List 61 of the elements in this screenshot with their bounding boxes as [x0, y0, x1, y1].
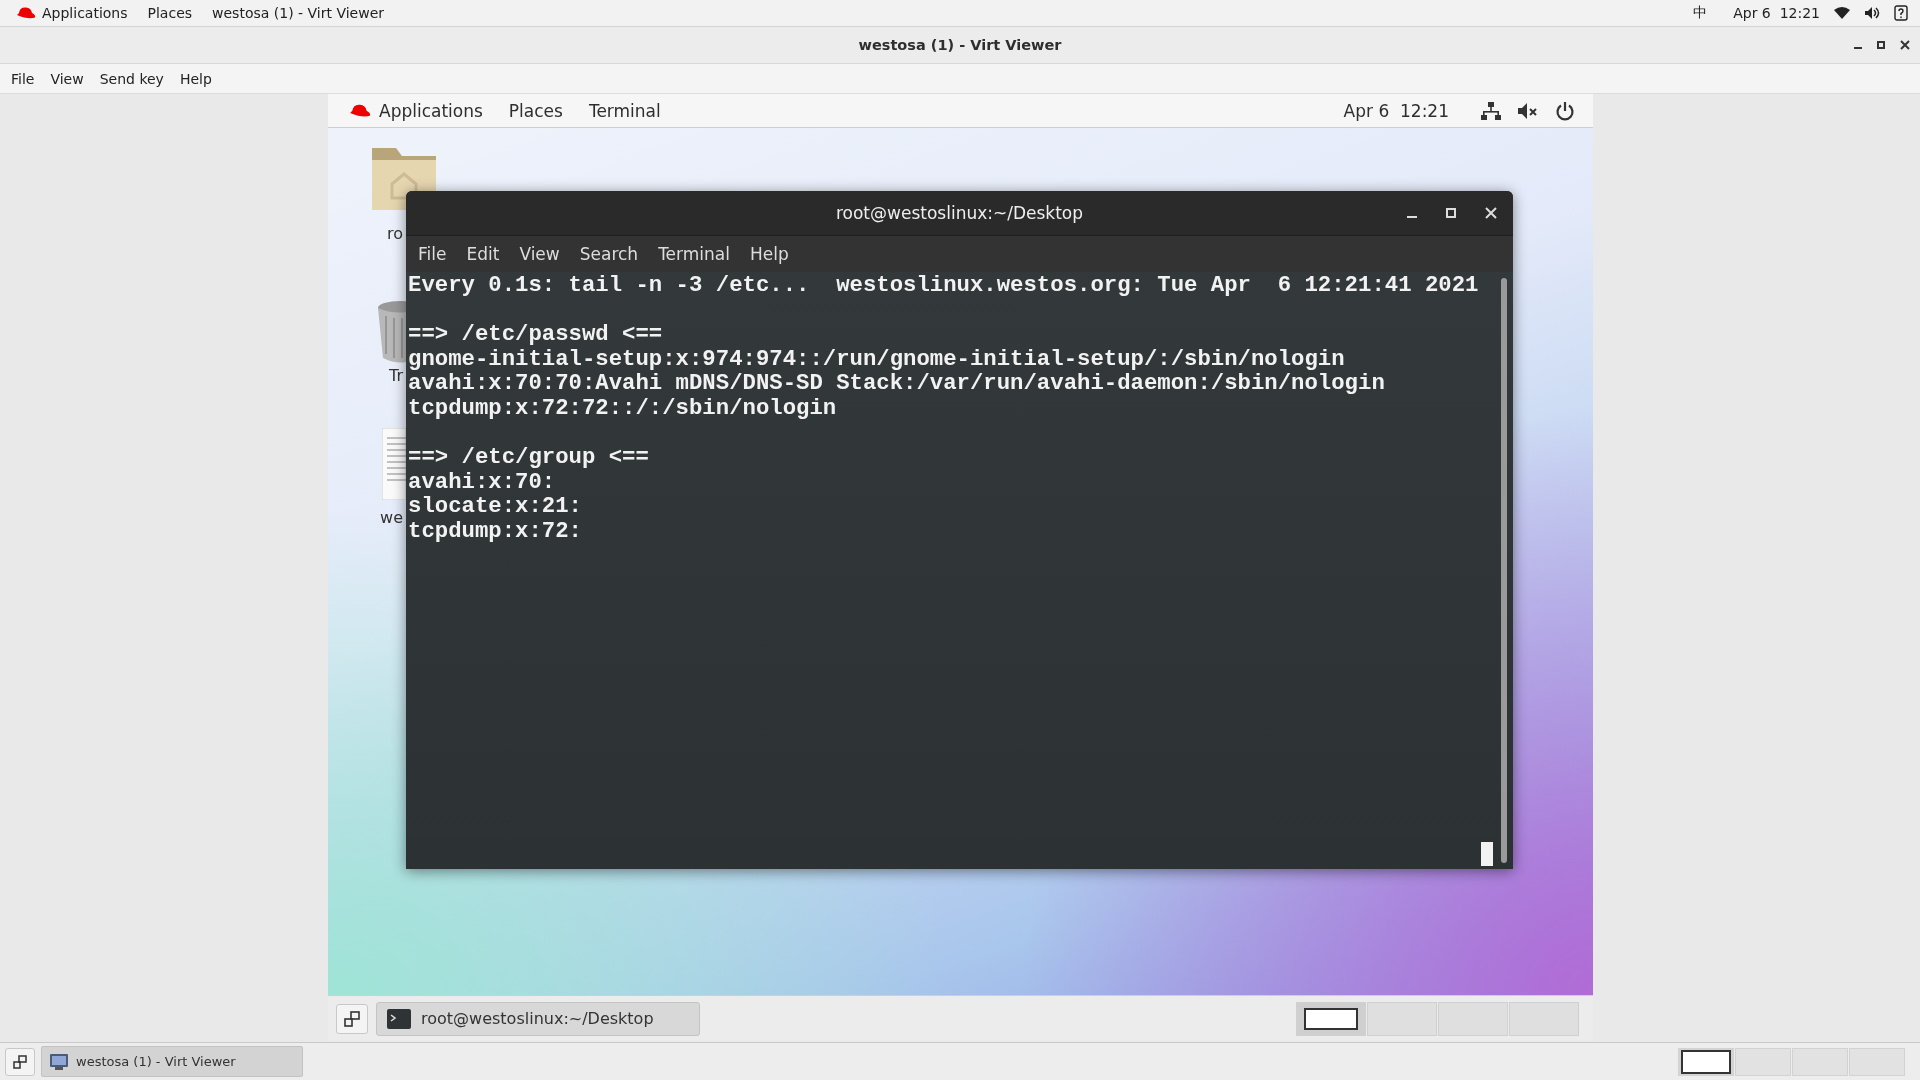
- close-icon: [1485, 207, 1497, 219]
- menu-item[interactable]: Terminal: [648, 244, 740, 264]
- minimize-icon: [1407, 216, 1417, 218]
- applications-menu[interactable]: Applications: [336, 100, 496, 121]
- task-button[interactable]: westosa (1) - Virt Viewer: [41, 1046, 303, 1077]
- hat-icon: [349, 102, 371, 119]
- menu-item[interactable]: Places: [495, 100, 576, 121]
- network-icon: [1481, 100, 1501, 121]
- windows-icon: [13, 1054, 27, 1069]
- menu-item[interactable]: Places: [137, 5, 203, 21]
- show-desktop-button[interactable]: [336, 1003, 368, 1034]
- menu-item[interactable]: View: [42, 70, 92, 87]
- clock[interactable]: Apr 6 12:21: [1733, 5, 1820, 21]
- windows-icon: [344, 1010, 360, 1027]
- menu-label: Applications: [42, 5, 128, 21]
- menu-item[interactable]: Search: [569, 244, 649, 264]
- menu-label: Applications: [379, 100, 483, 121]
- applications-menu[interactable]: Applications: [6, 5, 138, 21]
- menu-item[interactable]: westosa (1) - Virt Viewer: [202, 5, 394, 21]
- scrollbar[interactable]: [1501, 278, 1507, 863]
- terminal-line: tcpdump:x:72:: [408, 518, 582, 544]
- maximize-icon: [1876, 40, 1886, 50]
- icon-label: we: [380, 508, 403, 527]
- close-icon: [1900, 40, 1910, 50]
- workspace-button[interactable]: [1678, 1047, 1734, 1076]
- menu-item[interactable]: View: [509, 244, 570, 264]
- minimize-icon: [1854, 47, 1862, 49]
- text-cursor: [1481, 842, 1493, 866]
- menu-item[interactable]: Send key: [91, 70, 172, 87]
- terminal-line: slocate:x:21:: [408, 494, 582, 519]
- terminal-line: ==> /etc/group <==: [408, 444, 649, 470]
- terminal-line: gnome-initial-setup:x:974:974::/run/gnome-initial-setup/:/sbin/nologin: [408, 346, 1345, 372]
- workspace-button[interactable]: [1296, 1001, 1366, 1036]
- clock[interactable]: Apr 6 12:21: [1343, 100, 1449, 121]
- menu-item[interactable]: Edit: [456, 244, 510, 264]
- document-icon: [382, 428, 406, 500]
- terminal-icon: [387, 1008, 411, 1029]
- menu-item[interactable]: Help: [739, 244, 799, 264]
- menu-item[interactable]: File: [408, 244, 457, 264]
- hat-icon: [16, 6, 36, 20]
- terminal-line: Every 0.1s: tail -n -3 /etc... westoslinux.westos.org: Tue Apr 6 12:21:41 2021: [408, 273, 1479, 298]
- volume-icon: [1864, 6, 1880, 20]
- icon-label: ro: [387, 224, 403, 243]
- menu-item[interactable]: Terminal: [575, 100, 674, 121]
- terminal-line: ==> /etc/passwd <==: [408, 322, 663, 347]
- window-title: westosa (1) - Virt Viewer: [858, 37, 1062, 53]
- window-title: root@westoslinux:~/Desktop: [835, 203, 1084, 223]
- task-button[interactable]: root@westoslinux:~/Desktop: [376, 1001, 700, 1036]
- terminal-line: avahi:x:70:70:Avahi mDNS/DNS-SD Stack:/var/run/avahi-daemon:/sbin/nologin: [408, 371, 1385, 396]
- wifi-icon: [1834, 6, 1850, 20]
- help-icon: [1894, 5, 1908, 21]
- menu-item[interactable]: Help: [171, 70, 220, 87]
- power-icon: [1555, 100, 1575, 121]
- show-desktop-button[interactable]: [5, 1047, 35, 1076]
- icon-label: Tr: [389, 366, 403, 385]
- input-method-indicator[interactable]: 中: [1693, 4, 1708, 22]
- menu-item[interactable]: File: [3, 70, 43, 87]
- terminal-line: avahi:x:70:: [408, 469, 556, 495]
- maximize-icon: [1445, 207, 1457, 219]
- monitor-icon: [50, 1053, 68, 1070]
- terminal-line: tcpdump:x:72:72::/:/sbin/nologin: [408, 395, 837, 421]
